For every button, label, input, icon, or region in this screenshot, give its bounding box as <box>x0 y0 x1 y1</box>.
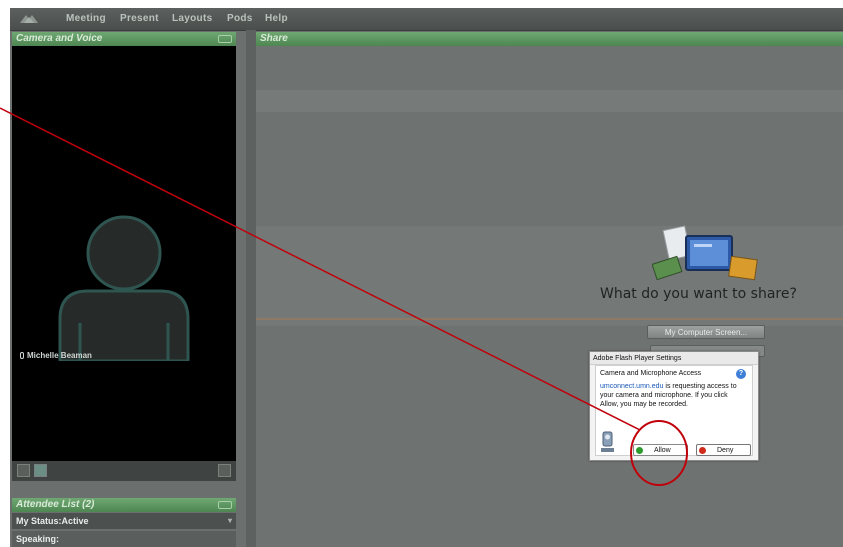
allow-radio[interactable]: Allow <box>633 444 688 456</box>
avatar-placeholder-icon <box>58 215 190 361</box>
menu-help[interactable]: Help <box>265 13 288 24</box>
share-divider-line <box>256 318 843 320</box>
deny-label: Deny <box>717 447 734 454</box>
camera-settings-button[interactable] <box>34 464 47 477</box>
share-documents-icon <box>652 225 758 281</box>
deny-radio[interactable]: Deny <box>696 444 751 456</box>
requesting-domain-link[interactable]: umconnect.umn.edu <box>600 383 663 390</box>
share-pod-header: Share <box>256 32 843 46</box>
allow-radio-icon <box>636 447 643 454</box>
speaking-row: Speaking: <box>12 531 236 547</box>
attendee-pod-header: Attendee List (2) <box>12 498 236 512</box>
pod-divider[interactable] <box>246 30 256 547</box>
flash-access-heading: Camera and Microphone Access <box>600 370 702 377</box>
share-band <box>256 90 843 112</box>
camera-toolbar <box>12 461 236 481</box>
speaker-name: Michelle Beaman <box>27 351 92 360</box>
speaking-label: Speaking: <box>16 534 60 544</box>
fullscreen-icon[interactable] <box>218 464 231 477</box>
share-pod-title: Share <box>260 33 288 44</box>
camera-video-area: Michelle Beaman <box>12 46 236 461</box>
speaker-name-label: Michelle Beaman <box>20 351 92 360</box>
connect-logo-icon[interactable] <box>18 12 40 25</box>
menu-bar: Meeting Present Layouts Pods Help <box>10 8 843 31</box>
help-icon[interactable]: ? <box>736 369 746 379</box>
menu-layouts[interactable]: Layouts <box>172 13 212 24</box>
menu-meeting[interactable]: Meeting <box>66 13 106 24</box>
stop-camera-button[interactable] <box>17 464 30 477</box>
pod-options-icon[interactable] <box>218 501 232 509</box>
flash-settings-dialog: Adobe Flash Player Settings Camera and M… <box>589 351 759 461</box>
chevron-down-icon[interactable]: ▾ <box>228 513 232 529</box>
flash-access-message: umconnect.umn.edu is requesting access t… <box>600 382 740 409</box>
flash-dialog-content: Camera and Microphone Access ? umconnect… <box>595 365 753 456</box>
pod-options-icon[interactable] <box>218 35 232 43</box>
deny-radio-icon <box>699 447 706 454</box>
attendee-pod-title: Attendee List (2) <box>16 499 95 510</box>
camera-pod-header: Camera and Voice <box>12 32 236 46</box>
allow-label: Allow <box>654 447 671 454</box>
camera-pod-title: Camera and Voice <box>16 33 103 44</box>
menu-pods[interactable]: Pods <box>227 13 253 24</box>
share-screen-button[interactable]: My Computer Screen... <box>647 325 765 339</box>
microphone-icon <box>20 352 24 360</box>
share-question: What do you want to share? <box>600 286 797 302</box>
my-status-label: My Status:Active <box>16 516 89 526</box>
my-status-dropdown[interactable]: My Status:Active ▾ <box>12 513 236 529</box>
menu-present[interactable]: Present <box>120 13 159 24</box>
webcam-icon <box>601 431 614 452</box>
flash-dialog-title: Adobe Flash Player Settings <box>590 352 758 365</box>
